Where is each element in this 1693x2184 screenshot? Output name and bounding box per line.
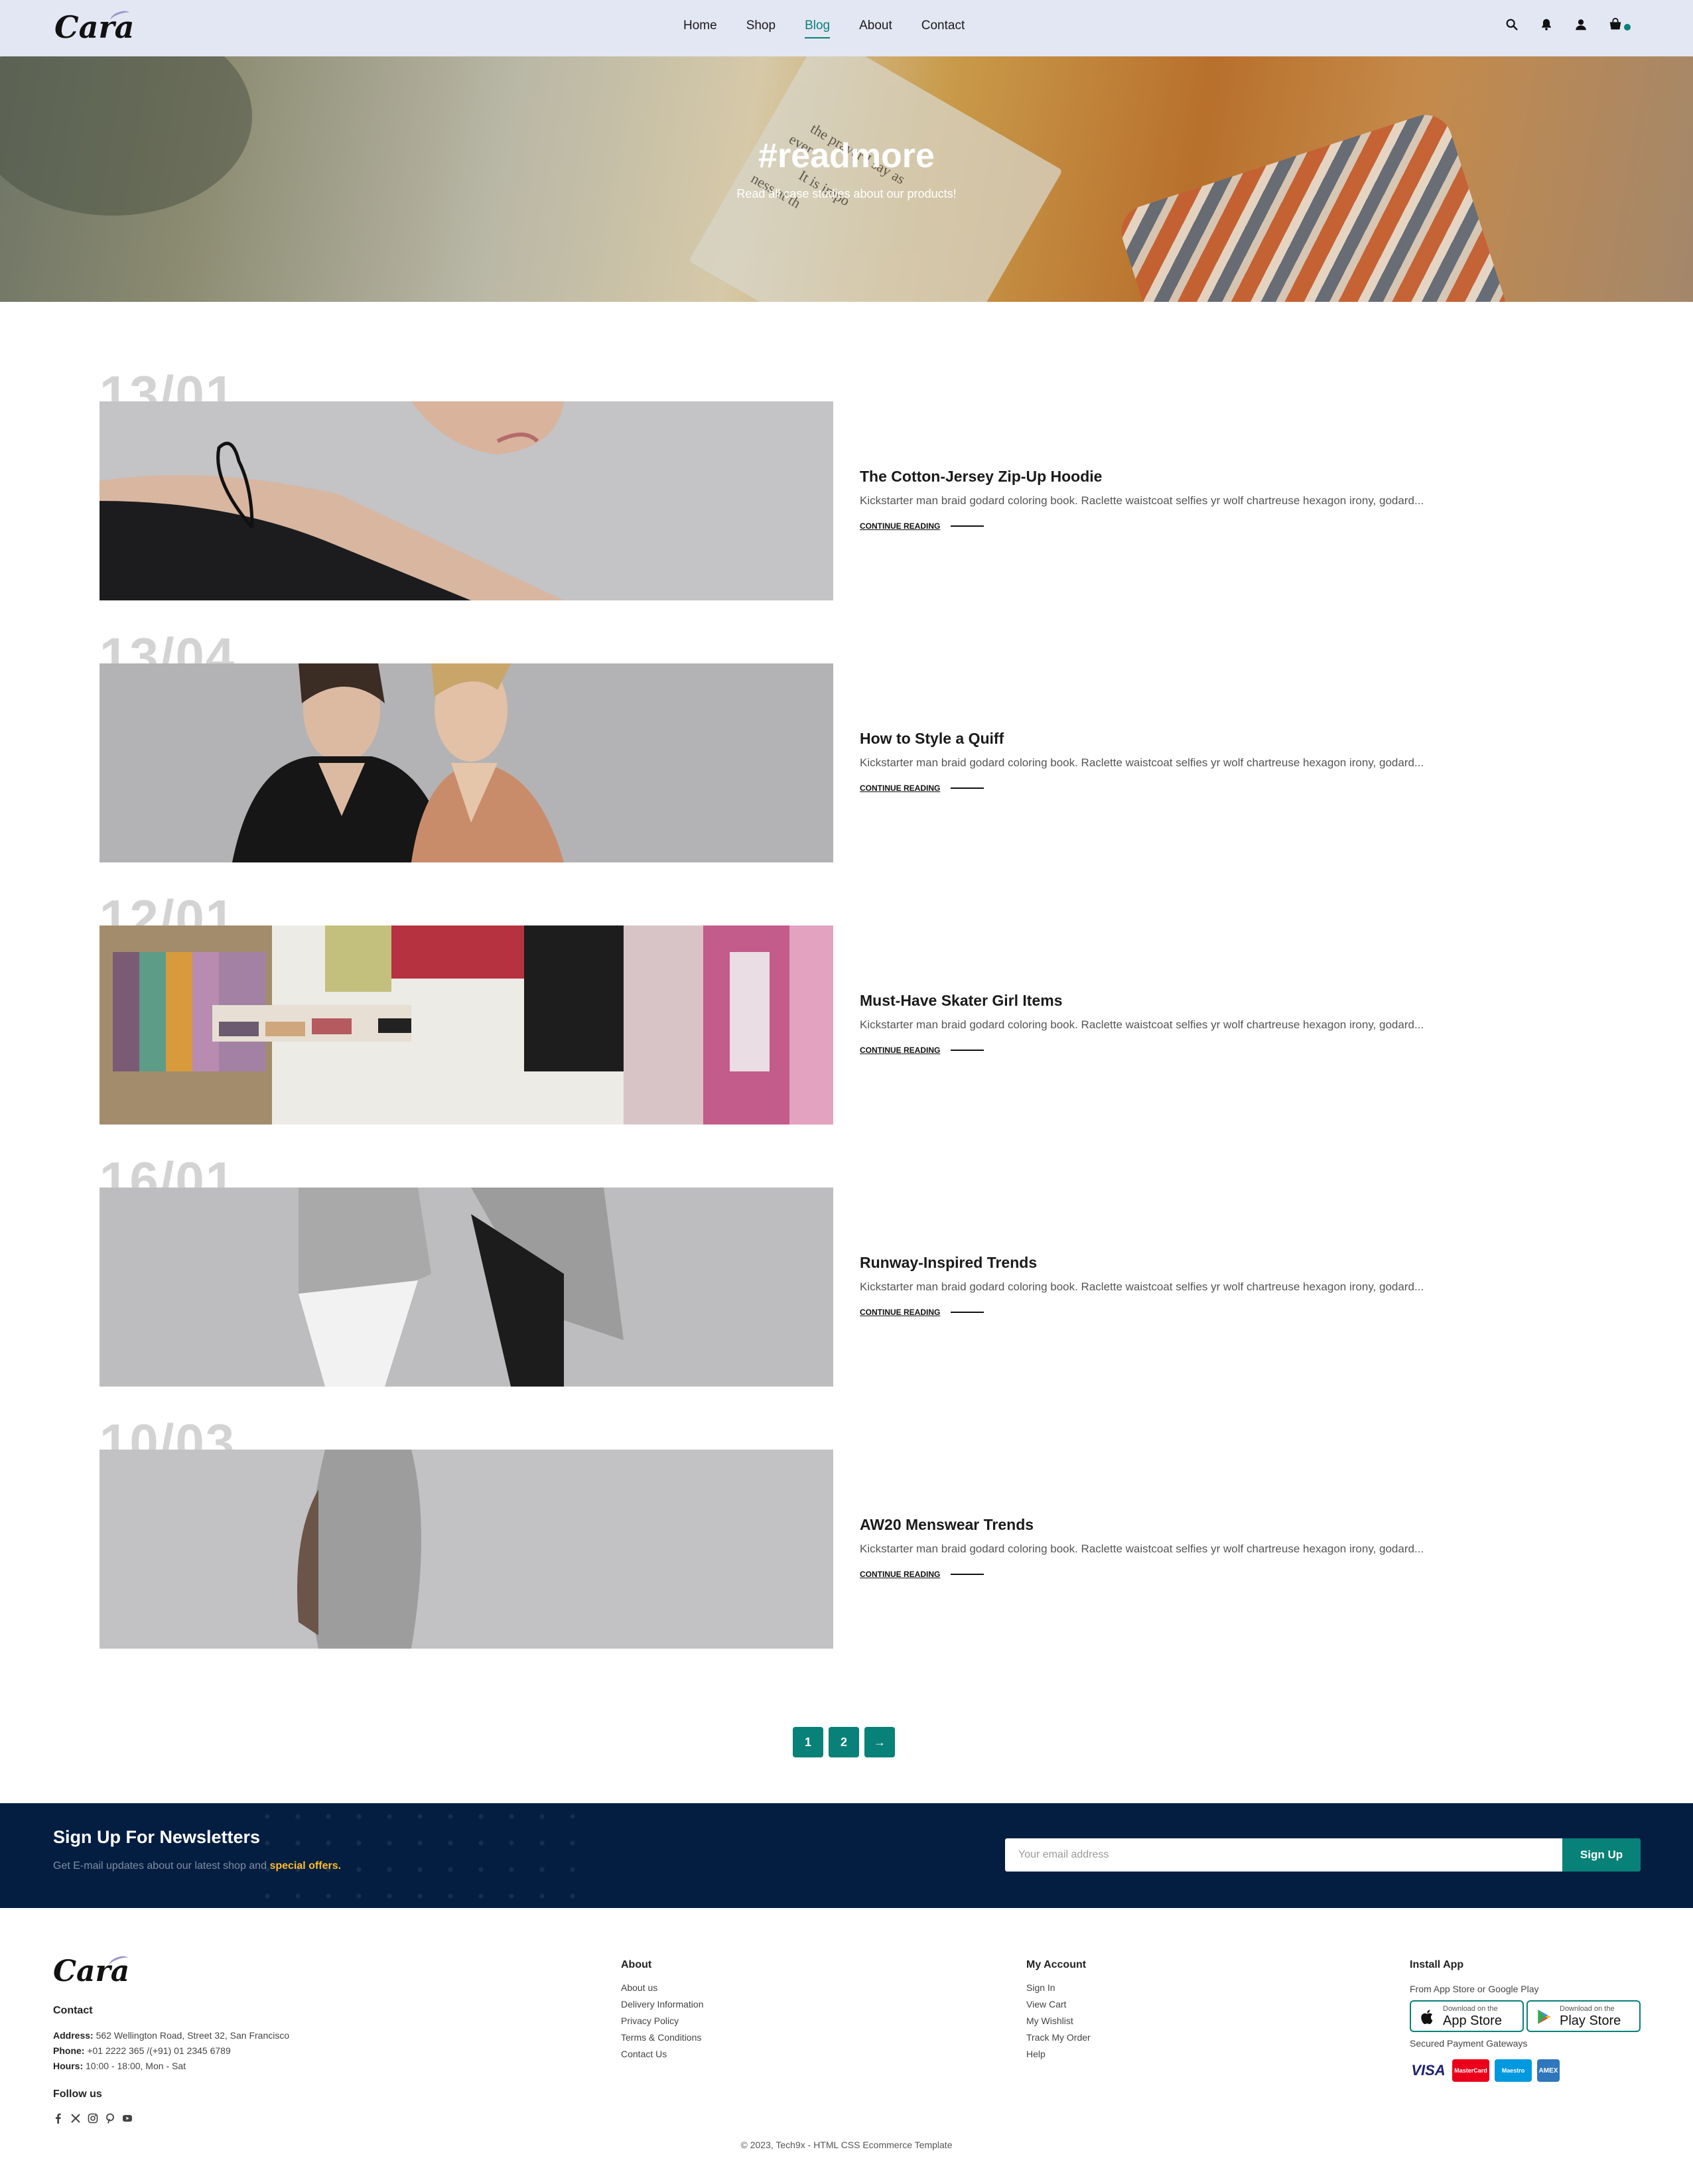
hero-title: #readmore [758, 137, 935, 175]
footer-link[interactable]: Delivery Information [621, 1996, 704, 2013]
about-links: About us Delivery Information Privacy Po… [621, 1980, 704, 2063]
blog-image[interactable] [100, 663, 833, 862]
instagram-icon[interactable] [88, 2113, 98, 2124]
app-store-button[interactable]: Download on the App Store [1410, 2000, 1524, 2032]
header-icons [1505, 17, 1623, 32]
user-icon[interactable] [1574, 17, 1588, 32]
nav-shop[interactable]: Shop [746, 19, 776, 38]
blog-title[interactable]: AW20 Menswear Trends [860, 1516, 1034, 1534]
continue-reading-link[interactable]: CONTINUE READING [860, 521, 984, 531]
footer-link[interactable]: Sign In [1026, 1980, 1091, 1996]
follow-heading: Follow us [53, 2088, 102, 2100]
logo[interactable]: Cara [54, 9, 134, 45]
nav-contact[interactable]: Contact [921, 19, 965, 38]
newsletter-subtitle: Get E-mail updates about our latest shop… [53, 1860, 342, 1872]
footer-link[interactable]: My Wishlist [1026, 2013, 1091, 2029]
app-store-small-text: Download on the [1443, 2005, 1498, 2013]
blog-description: Kickstarter man braid godard coloring bo… [860, 1542, 1424, 1555]
x-icon[interactable] [70, 2113, 81, 2124]
newsletter-section: Sign Up For Newsletters Get E-mail updat… [0, 1803, 1693, 1908]
pinterest-icon[interactable] [105, 2113, 115, 2124]
footer-link[interactable]: View Cart [1026, 1996, 1091, 2013]
apple-icon [1421, 2010, 1433, 2024]
newsletter-highlight: special offers. [269, 1860, 342, 1872]
footer-link[interactable]: Terms & Conditions [621, 2029, 704, 2046]
newsletter-email-input[interactable] [1005, 1838, 1562, 1872]
continue-reading-link[interactable]: CONTINUE READING [860, 784, 984, 793]
play-store-text: Play Store [1560, 2013, 1621, 2028]
footer-link[interactable]: Contact Us [621, 2046, 704, 2063]
blog-item: 13/01 The Cotton-Jersey Zip-Up Hoodie Ki… [100, 365, 1493, 600]
nav-blog[interactable]: Blog [805, 19, 831, 38]
install-app-heading: Install App [1410, 1959, 1464, 1970]
play-store-button[interactable]: Download on the Play Store [1526, 2000, 1641, 2032]
footer-logo[interactable]: Cara [53, 1954, 130, 1988]
contact-phone: Phone: +01 2222 365 /(+91) 01 2345 6789 [53, 2045, 231, 2056]
search-icon[interactable] [1505, 17, 1519, 32]
google-play-icon [1538, 2010, 1551, 2024]
footer-link[interactable]: Help [1026, 2046, 1091, 2063]
app-store-text: App Store [1443, 2013, 1502, 2028]
cart-badge [1624, 24, 1631, 31]
blog-item: 10/03 AW20 Menswear Trends Kickstarter m… [100, 1413, 1493, 1649]
site-header: Cara Home Shop Blog About Contact [0, 0, 1693, 56]
blog-image[interactable] [100, 1188, 833, 1387]
install-app-subtitle: From App Store or Google Play [1410, 1984, 1539, 1994]
blog-title[interactable]: Runway-Inspired Trends [860, 1254, 1037, 1272]
copyright: © 2023, Tech9x - HTML CSS Ecommerce Temp… [740, 2140, 953, 2150]
next-page-button[interactable]: → [864, 1727, 895, 1757]
blog-item: 16/01 Runway-Inspired Trends Kickstarter… [100, 1151, 1493, 1387]
account-heading: My Account [1026, 1959, 1087, 1970]
blog-item: 12/01 Must-Have Skater Girl Items Kickst… [100, 889, 1493, 1125]
continue-reading-link[interactable]: CONTINUE READING [860, 1308, 984, 1317]
cart-icon[interactable] [1608, 17, 1623, 32]
blog-description: Kickstarter man braid godard coloring bo… [860, 494, 1424, 507]
mastercard-icon: MasterCard [1452, 2059, 1489, 2082]
facebook-icon[interactable] [53, 2113, 64, 2124]
bell-icon[interactable] [1539, 17, 1554, 32]
blog-title[interactable]: How to Style a Quiff [860, 730, 1004, 748]
main-nav: Home Shop Blog About Contact [683, 19, 965, 38]
contact-address: Address: 562 Wellington Road, Street 32,… [53, 2030, 290, 2041]
visa-icon: VISA [1410, 2059, 1447, 2082]
footer-link[interactable]: Privacy Policy [621, 2013, 704, 2029]
hero-subtitle: Read all case studies about our products… [736, 187, 957, 200]
footer-link[interactable]: Track My Order [1026, 2029, 1091, 2046]
blog-image[interactable] [100, 925, 833, 1125]
amex-icon: AMEX [1537, 2059, 1560, 2082]
blog-image[interactable] [100, 401, 833, 600]
hero-banner: the prayer I say as ever It is impo ness… [0, 56, 1693, 302]
book-image: the prayer I say as ever It is impo ness… [689, 56, 1063, 302]
blog-title[interactable]: Must-Have Skater Girl Items [860, 992, 1063, 1010]
payment-label: Secured Payment Gateways [1410, 2038, 1528, 2049]
newsletter-title: Sign Up For Newsletters [53, 1827, 261, 1847]
page-1-button[interactable]: 1 [793, 1727, 823, 1757]
continue-reading-link[interactable]: CONTINUE READING [860, 1046, 984, 1055]
maestro-icon: Maestro [1495, 2059, 1532, 2082]
contact-hours: Hours: 10:00 - 18:00, Mon - Sat [53, 2061, 186, 2071]
footer-link[interactable]: About us [621, 1980, 704, 1996]
contact-heading: Contact [53, 2005, 93, 2016]
blog-description: Kickstarter man braid godard coloring bo… [860, 1018, 1424, 1031]
signup-button[interactable]: Sign Up [1562, 1838, 1641, 1872]
youtube-icon[interactable] [122, 2113, 133, 2124]
social-links [53, 2113, 133, 2124]
page-2-button[interactable]: 2 [829, 1727, 859, 1757]
play-store-small-text: Download on the [1560, 2005, 1615, 2013]
continue-reading-link[interactable]: CONTINUE READING [860, 1570, 984, 1579]
blog-description: Kickstarter man braid godard coloring bo… [860, 756, 1424, 769]
blog-description: Kickstarter man braid godard coloring bo… [860, 1280, 1424, 1293]
blog-image[interactable] [100, 1450, 833, 1649]
nav-about[interactable]: About [859, 19, 892, 38]
account-links: Sign In View Cart My Wishlist Track My O… [1026, 1980, 1091, 2063]
nav-home[interactable]: Home [683, 19, 717, 38]
blog-title[interactable]: The Cotton-Jersey Zip-Up Hoodie [860, 468, 1102, 486]
blog-item: 13/04 How to Style a Quiff Kickstarter m… [100, 627, 1493, 862]
payment-cards: VISA MasterCard Maestro AMEX [1410, 2059, 1560, 2082]
pagination: 1 2 → [793, 1727, 895, 1757]
about-heading: About [621, 1959, 652, 1970]
